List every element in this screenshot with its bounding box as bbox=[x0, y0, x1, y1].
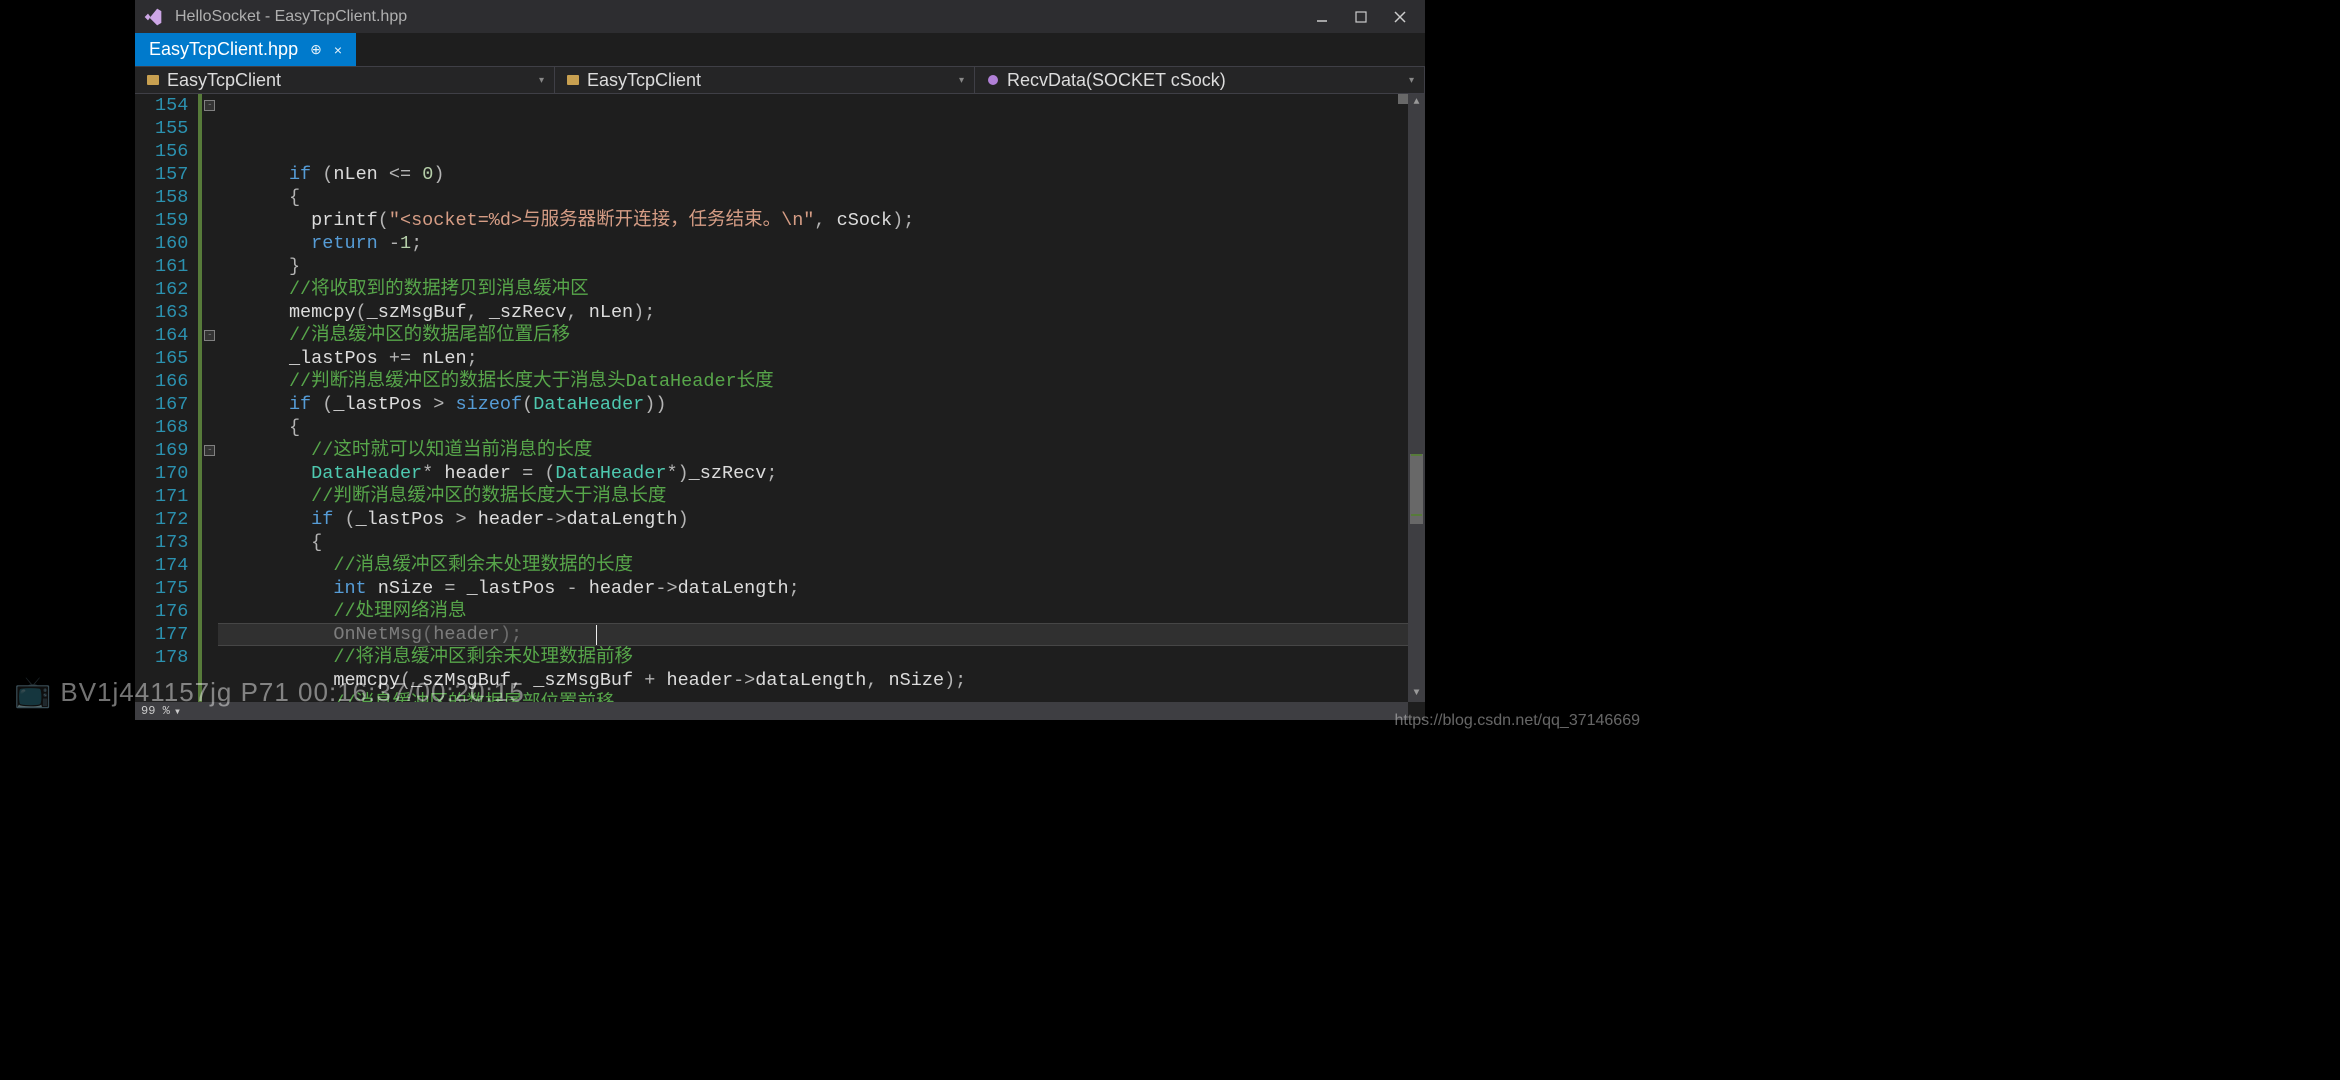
line-number: 161 bbox=[155, 255, 188, 278]
line-number: 158 bbox=[155, 186, 188, 209]
line-number: 165 bbox=[155, 347, 188, 370]
line-number: 174 bbox=[155, 554, 188, 577]
line-number: 178 bbox=[155, 646, 188, 669]
vertical-scrollbar[interactable]: ▲ ▼ bbox=[1408, 94, 1425, 702]
fold-toggle-icon[interactable]: - bbox=[204, 100, 215, 111]
text-caret bbox=[596, 625, 597, 645]
line-number: 169 bbox=[155, 439, 188, 462]
code-line[interactable]: { bbox=[222, 416, 1425, 439]
minimize-button[interactable] bbox=[1315, 10, 1329, 24]
chevron-down-icon: ▾ bbox=[1409, 75, 1414, 86]
scrollbar-down-icon[interactable]: ▼ bbox=[1408, 685, 1425, 702]
vs-logo-icon bbox=[143, 7, 163, 27]
nav-scope-class[interactable]: EasyTcpClient ▾ bbox=[555, 67, 975, 93]
split-handle-icon[interactable] bbox=[1398, 94, 1408, 104]
line-number: 154 bbox=[155, 94, 188, 117]
nav-scope-class-label: EasyTcpClient bbox=[587, 70, 701, 91]
line-number: 172 bbox=[155, 508, 188, 531]
line-number: 157 bbox=[155, 163, 188, 186]
class-icon bbox=[145, 72, 161, 88]
fold-toggle-icon[interactable]: - bbox=[204, 330, 215, 341]
csdn-watermark: https://blog.csdn.net/qq_37146669 bbox=[1394, 712, 1640, 730]
fold-toggle-icon[interactable]: - bbox=[204, 445, 215, 456]
scrollbar-up-icon[interactable]: ▲ bbox=[1408, 94, 1425, 111]
scrollbar-marker bbox=[1411, 514, 1422, 516]
class-icon bbox=[565, 72, 581, 88]
line-number-gutter: 1541551561571581591601611621631641651661… bbox=[135, 94, 198, 720]
tab-active[interactable]: EasyTcpClient.hpp ⊕ × bbox=[135, 33, 356, 66]
line-number: 155 bbox=[155, 117, 188, 140]
code-editor[interactable]: 1541551561571581591601611621631641651661… bbox=[135, 94, 1425, 720]
code-line[interactable]: { bbox=[222, 531, 1425, 554]
vs-window: HelloSocket - EasyTcpClient.hpp EasyTcpC… bbox=[135, 0, 1425, 720]
window-controls bbox=[1315, 10, 1417, 24]
chevron-down-icon: ▾ bbox=[539, 75, 544, 86]
navigation-bar: EasyTcpClient ▾ EasyTcpClient ▾ RecvData… bbox=[135, 66, 1425, 94]
line-number: 168 bbox=[155, 416, 188, 439]
scrollbar-marker bbox=[1411, 454, 1422, 456]
nav-scope-project-label: EasyTcpClient bbox=[167, 70, 281, 91]
line-number: 166 bbox=[155, 370, 188, 393]
line-number: 164 bbox=[155, 324, 188, 347]
maximize-button[interactable] bbox=[1354, 10, 1368, 24]
code-line[interactable]: DataHeader* header = (DataHeader*)_szRec… bbox=[222, 462, 1425, 485]
tab-close-icon[interactable]: × bbox=[334, 42, 342, 58]
line-number: 159 bbox=[155, 209, 188, 232]
line-number: 173 bbox=[155, 531, 188, 554]
code-line[interactable]: } bbox=[222, 255, 1425, 278]
code-line[interactable]: if (_lastPos > sizeof(DataHeader)) bbox=[222, 393, 1425, 416]
line-number: 156 bbox=[155, 140, 188, 163]
fold-column[interactable]: - - - bbox=[202, 94, 218, 720]
bilibili-watermark: 📺 BV1j441157jg P71 00:16:37/00:20:15 bbox=[14, 675, 525, 710]
code-line[interactable]: //消息缓冲区的数据尾部位置后移 bbox=[222, 324, 1425, 347]
bilibili-logo-icon: 📺 bbox=[14, 675, 52, 710]
line-number: 162 bbox=[155, 278, 188, 301]
nav-scope-project[interactable]: EasyTcpClient ▾ bbox=[135, 67, 555, 93]
code-line[interactable]: return -1; bbox=[222, 232, 1425, 255]
code-line[interactable]: printf("<socket=%d>与服务器断开连接，任务结束。\n", cS… bbox=[222, 209, 1425, 232]
code-line[interactable]: { bbox=[222, 186, 1425, 209]
line-number: 177 bbox=[155, 623, 188, 646]
line-number: 175 bbox=[155, 577, 188, 600]
code-line[interactable]: //消息缓冲区剩余未处理数据的长度 bbox=[222, 554, 1425, 577]
code-line[interactable]: //处理网络消息 bbox=[222, 600, 1425, 623]
code-line[interactable]: memcpy(_szMsgBuf, _szRecv, nLen); bbox=[222, 301, 1425, 324]
line-number: 160 bbox=[155, 232, 188, 255]
method-icon bbox=[985, 72, 1001, 88]
code-line[interactable]: //将收取到的数据拷贝到消息缓冲区 bbox=[222, 278, 1425, 301]
watermark-url-text: https://blog.csdn.net/qq_37146669 bbox=[1394, 712, 1640, 729]
code-area[interactable]: if (nLen <= 0) { printf("<socket=%d>与服务器… bbox=[218, 94, 1425, 720]
tab-bar: EasyTcpClient.hpp ⊕ × bbox=[135, 33, 1425, 66]
close-button[interactable] bbox=[1393, 10, 1407, 24]
line-number: 167 bbox=[155, 393, 188, 416]
code-line[interactable]: if (nLen <= 0) bbox=[222, 163, 1425, 186]
modified-icon: ⊕ bbox=[310, 41, 322, 58]
line-number: 176 bbox=[155, 600, 188, 623]
window-title: HelloSocket - EasyTcpClient.hpp bbox=[175, 8, 407, 26]
chevron-down-icon: ▾ bbox=[959, 75, 964, 86]
video-timestamp: BV1j441157jg P71 00:16:37/00:20:15 bbox=[60, 677, 524, 708]
titlebar[interactable]: HelloSocket - EasyTcpClient.hpp bbox=[135, 0, 1425, 33]
nav-scope-method-label: RecvData(SOCKET cSock) bbox=[1007, 70, 1226, 91]
tab-label: EasyTcpClient.hpp bbox=[149, 39, 298, 60]
code-line[interactable]: //判断消息缓冲区的数据长度大于消息长度 bbox=[222, 485, 1425, 508]
line-number: 170 bbox=[155, 462, 188, 485]
code-line[interactable]: //这时就可以知道当前消息的长度 bbox=[222, 439, 1425, 462]
code-line[interactable]: if (_lastPos > header->dataLength) bbox=[222, 508, 1425, 531]
code-line[interactable]: //判断消息缓冲区的数据长度大于消息头DataHeader长度 bbox=[222, 370, 1425, 393]
code-line[interactable]: _lastPos += nLen; bbox=[222, 347, 1425, 370]
line-number: 163 bbox=[155, 301, 188, 324]
nav-scope-method[interactable]: RecvData(SOCKET cSock) ▾ bbox=[975, 67, 1425, 93]
code-line[interactable]: int nSize = _lastPos - header->dataLengt… bbox=[222, 577, 1425, 600]
line-number: 171 bbox=[155, 485, 188, 508]
code-line[interactable]: //将消息缓冲区剩余未处理数据前移 bbox=[222, 646, 1425, 669]
current-line-highlight bbox=[218, 623, 1425, 646]
